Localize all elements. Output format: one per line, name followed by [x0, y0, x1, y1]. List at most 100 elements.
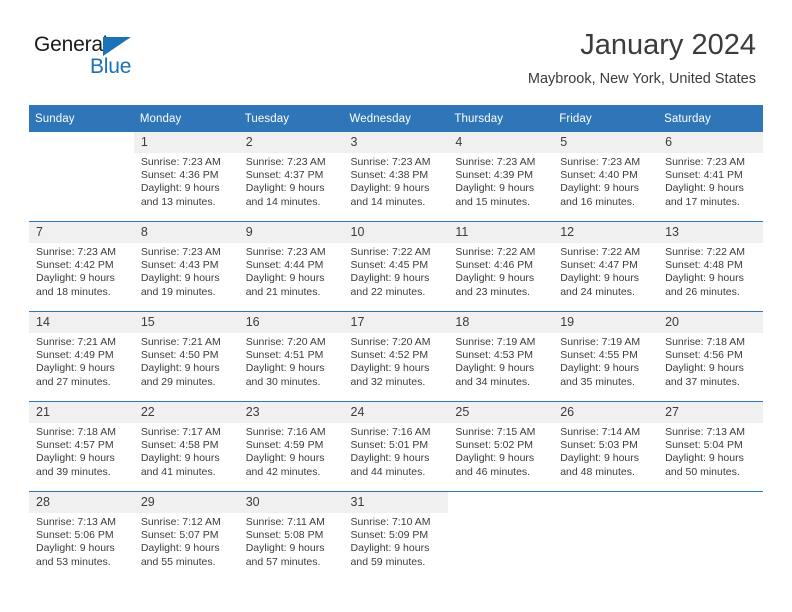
calendar-day-cell[interactable]: 9 Sunrise: 7:23 AM Sunset: 4:44 PM Daylight… — [238, 221, 344, 312]
day-number: 17 — [343, 312, 449, 333]
day-number: 27 — [658, 402, 763, 423]
daylight-text-line1: Daylight: 9 hours — [36, 452, 115, 465]
daylight-text-line1: Daylight: 9 hours — [140, 182, 220, 195]
weekday-header-sunday: Sunday — [29, 105, 134, 132]
calendar-day-cell[interactable]: 13 Sunrise: 7:22 AM Sunset: 4:48 PM Dayligh… — [658, 221, 763, 312]
logo-text-blue: Blue — [90, 55, 132, 78]
daylight-text-line1: Daylight: 9 hours — [560, 362, 640, 375]
day-details: Sunrise: 7:10 AM Sunset: 5:09 PM Daylight:… — [344, 513, 449, 569]
sunrise-text: Sunrise: 7:23 AM — [665, 156, 746, 168]
calendar-day-cell[interactable]: 31 Sunrise: 7:10 AM Sunset: 5:09 PM Dayligh… — [343, 491, 449, 581]
day-number: 28 — [29, 492, 134, 513]
daylight-text-line2: and 46 minutes. — [455, 465, 531, 478]
daylight-text-line2: and 21 minutes. — [245, 285, 321, 298]
calendar-day-cell[interactable]: 29 Sunrise: 7:12 AM Sunset: 5:07 PM Dayligh… — [133, 491, 239, 581]
daylight-text-line2: and 18 minutes. — [36, 285, 111, 298]
calendar-week-row: 1 Sunrise: 7:23 AM Sunset: 4:36 PM Daylight… — [29, 132, 763, 222]
sunset-text: Sunset: 5:07 PM — [140, 529, 219, 542]
calendar-table: Sunday Monday Tuesday Wednesday Thursday… — [29, 105, 763, 581]
calendar-day-cell[interactable]: 1 Sunrise: 7:23 AM Sunset: 4:36 PM Daylight… — [133, 132, 239, 222]
day-number: 16 — [238, 312, 344, 333]
calendar-day-cell[interactable]: 27 Sunrise: 7:13 AM Sunset: 5:04 PM Dayligh… — [658, 401, 763, 492]
calendar-day-cell[interactable]: 7 Sunrise: 7:23 AM Sunset: 4:42 PM Daylight… — [29, 221, 134, 312]
calendar-day-cell[interactable]: 8 Sunrise: 7:23 AM Sunset: 4:43 PM Daylight… — [133, 221, 239, 312]
calendar-day-cell[interactable]: 23 Sunrise: 7:16 AM Sunset: 4:59 PM Dayligh… — [238, 401, 344, 492]
sunrise-text: Sunrise: 7:13 AM — [665, 426, 746, 438]
daylight-text-line1: Daylight: 9 hours — [350, 362, 430, 375]
calendar-day-cell[interactable]: 14 Sunrise: 7:21 AM Sunset: 4:49 PM Dayligh… — [29, 311, 134, 402]
sunrise-text: Sunrise: 7:10 AM — [350, 516, 431, 528]
day-number: 14 — [29, 312, 134, 333]
sunset-text: Sunset: 5:09 PM — [350, 529, 429, 542]
sunset-text: Sunset: 4:37 PM — [245, 169, 324, 182]
sunrise-text: Sunrise: 7:20 AM — [245, 336, 326, 348]
calendar-day-cell[interactable]: 18 Sunrise: 7:19 AM Sunset: 4:53 PM Dayligh… — [448, 311, 554, 402]
calendar-day-cell[interactable]: 16 Sunrise: 7:20 AM Sunset: 4:51 PM Dayligh… — [238, 311, 344, 402]
calendar-day-cell[interactable]: 25 Sunrise: 7:15 AM Sunset: 5:02 PM Dayligh… — [448, 401, 554, 492]
day-number: 18 — [448, 312, 554, 333]
daylight-text-line1: Daylight: 9 hours — [245, 362, 325, 375]
calendar-day-cell[interactable]: 2 Sunrise: 7:23 AM Sunset: 4:37 PM Daylight… — [238, 132, 344, 222]
sunset-text: Sunset: 4:43 PM — [140, 259, 219, 272]
day-details: Sunrise: 7:22 AM Sunset: 4:45 PM Daylight:… — [344, 243, 449, 299]
calendar-empty-cell — [448, 491, 554, 581]
daylight-text-line2: and 27 minutes. — [36, 375, 111, 388]
sunrise-text: Sunrise: 7:19 AM — [560, 336, 641, 348]
daylight-text-line2: and 37 minutes. — [665, 375, 740, 388]
calendar-day-cell[interactable]: 30 Sunrise: 7:11 AM Sunset: 5:08 PM Dayligh… — [238, 491, 344, 581]
day-details: Sunrise: 7:21 AM Sunset: 4:49 PM Daylight:… — [29, 333, 134, 389]
sunrise-text: Sunrise: 7:22 AM — [350, 246, 431, 258]
calendar-day-cell[interactable]: 15 Sunrise: 7:21 AM Sunset: 4:50 PM Dayligh… — [133, 311, 239, 402]
day-number: 30 — [238, 492, 344, 513]
day-details: Sunrise: 7:23 AM Sunset: 4:42 PM Daylight:… — [29, 243, 134, 299]
sunset-text: Sunset: 5:01 PM — [350, 439, 429, 452]
calendar-day-cell[interactable]: 3 Sunrise: 7:23 AM Sunset: 4:38 PM Daylight… — [343, 132, 449, 222]
calendar-day-cell[interactable]: 5 Sunrise: 7:23 AM Sunset: 4:40 PM Daylight… — [553, 132, 659, 222]
day-details: Sunrise: 7:22 AM Sunset: 4:48 PM Daylight:… — [658, 243, 763, 299]
day-number: 22 — [133, 402, 239, 423]
calendar-day-cell[interactable]: 21 Sunrise: 7:18 AM Sunset: 4:57 PM Dayligh… — [29, 401, 134, 492]
day-details: Sunrise: 7:23 AM Sunset: 4:36 PM Daylight:… — [134, 153, 239, 209]
day-details: Sunrise: 7:13 AM Sunset: 5:06 PM Daylight:… — [29, 513, 134, 569]
weekday-header-monday: Monday — [133, 105, 239, 132]
sunrise-text: Sunrise: 7:23 AM — [350, 156, 431, 168]
daylight-text-line1: Daylight: 9 hours — [140, 542, 220, 555]
daylight-text-line1: Daylight: 9 hours — [245, 452, 325, 465]
day-details: Sunrise: 7:11 AM Sunset: 5:08 PM Daylight:… — [239, 513, 344, 569]
day-details: Sunrise: 7:23 AM Sunset: 4:43 PM Daylight:… — [134, 243, 239, 299]
sunset-text: Sunset: 4:42 PM — [36, 259, 114, 272]
daylight-text-line1: Daylight: 9 hours — [350, 452, 430, 465]
calendar-day-cell[interactable]: 24 Sunrise: 7:16 AM Sunset: 5:01 PM Dayligh… — [343, 401, 449, 492]
daylight-text-line1: Daylight: 9 hours — [36, 542, 115, 555]
calendar-day-cell[interactable]: 26 Sunrise: 7:14 AM Sunset: 5:03 PM Dayligh… — [553, 401, 659, 492]
calendar-day-cell[interactable]: 17 Sunrise: 7:20 AM Sunset: 4:52 PM Dayligh… — [343, 311, 449, 402]
daylight-text-line2: and 15 minutes. — [455, 195, 531, 208]
calendar-day-cell[interactable]: 11 Sunrise: 7:22 AM Sunset: 4:46 PM Dayligh… — [448, 221, 554, 312]
calendar-day-cell[interactable]: 12 Sunrise: 7:22 AM Sunset: 4:47 PM Dayligh… — [553, 221, 659, 312]
sunrise-text: Sunrise: 7:15 AM — [455, 426, 536, 438]
daylight-text-line1: Daylight: 9 hours — [455, 272, 535, 285]
day-number: 3 — [343, 132, 449, 153]
sunrise-text: Sunrise: 7:23 AM — [140, 156, 221, 168]
calendar-day-cell[interactable]: 22 Sunrise: 7:17 AM Sunset: 4:58 PM Dayligh… — [133, 401, 239, 492]
weekday-header-saturday: Saturday — [658, 105, 763, 132]
generalblue-logo[interactable]: General Blue — [34, 33, 164, 83]
calendar-day-cell[interactable]: 19 Sunrise: 7:19 AM Sunset: 4:55 PM Dayligh… — [553, 311, 659, 402]
calendar-day-cell[interactable]: 28 Sunrise: 7:13 AM Sunset: 5:06 PM Dayligh… — [29, 491, 134, 581]
calendar-day-cell[interactable]: 10 Sunrise: 7:22 AM Sunset: 4:45 PM Dayligh… — [343, 221, 449, 312]
day-details: Sunrise: 7:16 AM Sunset: 5:01 PM Daylight:… — [344, 423, 449, 479]
day-details: Sunrise: 7:19 AM Sunset: 4:55 PM Daylight:… — [553, 333, 658, 389]
calendar-day-cell[interactable]: 6 Sunrise: 7:23 AM Sunset: 4:41 PM Daylight… — [658, 132, 763, 222]
sunset-text: Sunset: 4:40 PM — [560, 169, 638, 182]
daylight-text-line2: and 26 minutes. — [665, 285, 740, 298]
calendar-day-cell[interactable]: 20 Sunrise: 7:18 AM Sunset: 4:56 PM Dayligh… — [658, 311, 763, 402]
sunrise-text: Sunrise: 7:16 AM — [245, 426, 326, 438]
day-number: 29 — [133, 492, 239, 513]
daylight-text-line1: Daylight: 9 hours — [245, 542, 325, 555]
calendar-head: Sunday Monday Tuesday Wednesday Thursday… — [29, 105, 763, 132]
day-details: Sunrise: 7:17 AM Sunset: 4:58 PM Daylight:… — [134, 423, 239, 479]
daylight-text-line2: and 16 minutes. — [560, 195, 635, 208]
sunset-text: Sunset: 4:57 PM — [36, 439, 114, 452]
day-details: Sunrise: 7:23 AM Sunset: 4:39 PM Daylight:… — [448, 153, 553, 209]
calendar-day-cell[interactable]: 4 Sunrise: 7:23 AM Sunset: 4:39 PM Daylight… — [448, 132, 554, 222]
